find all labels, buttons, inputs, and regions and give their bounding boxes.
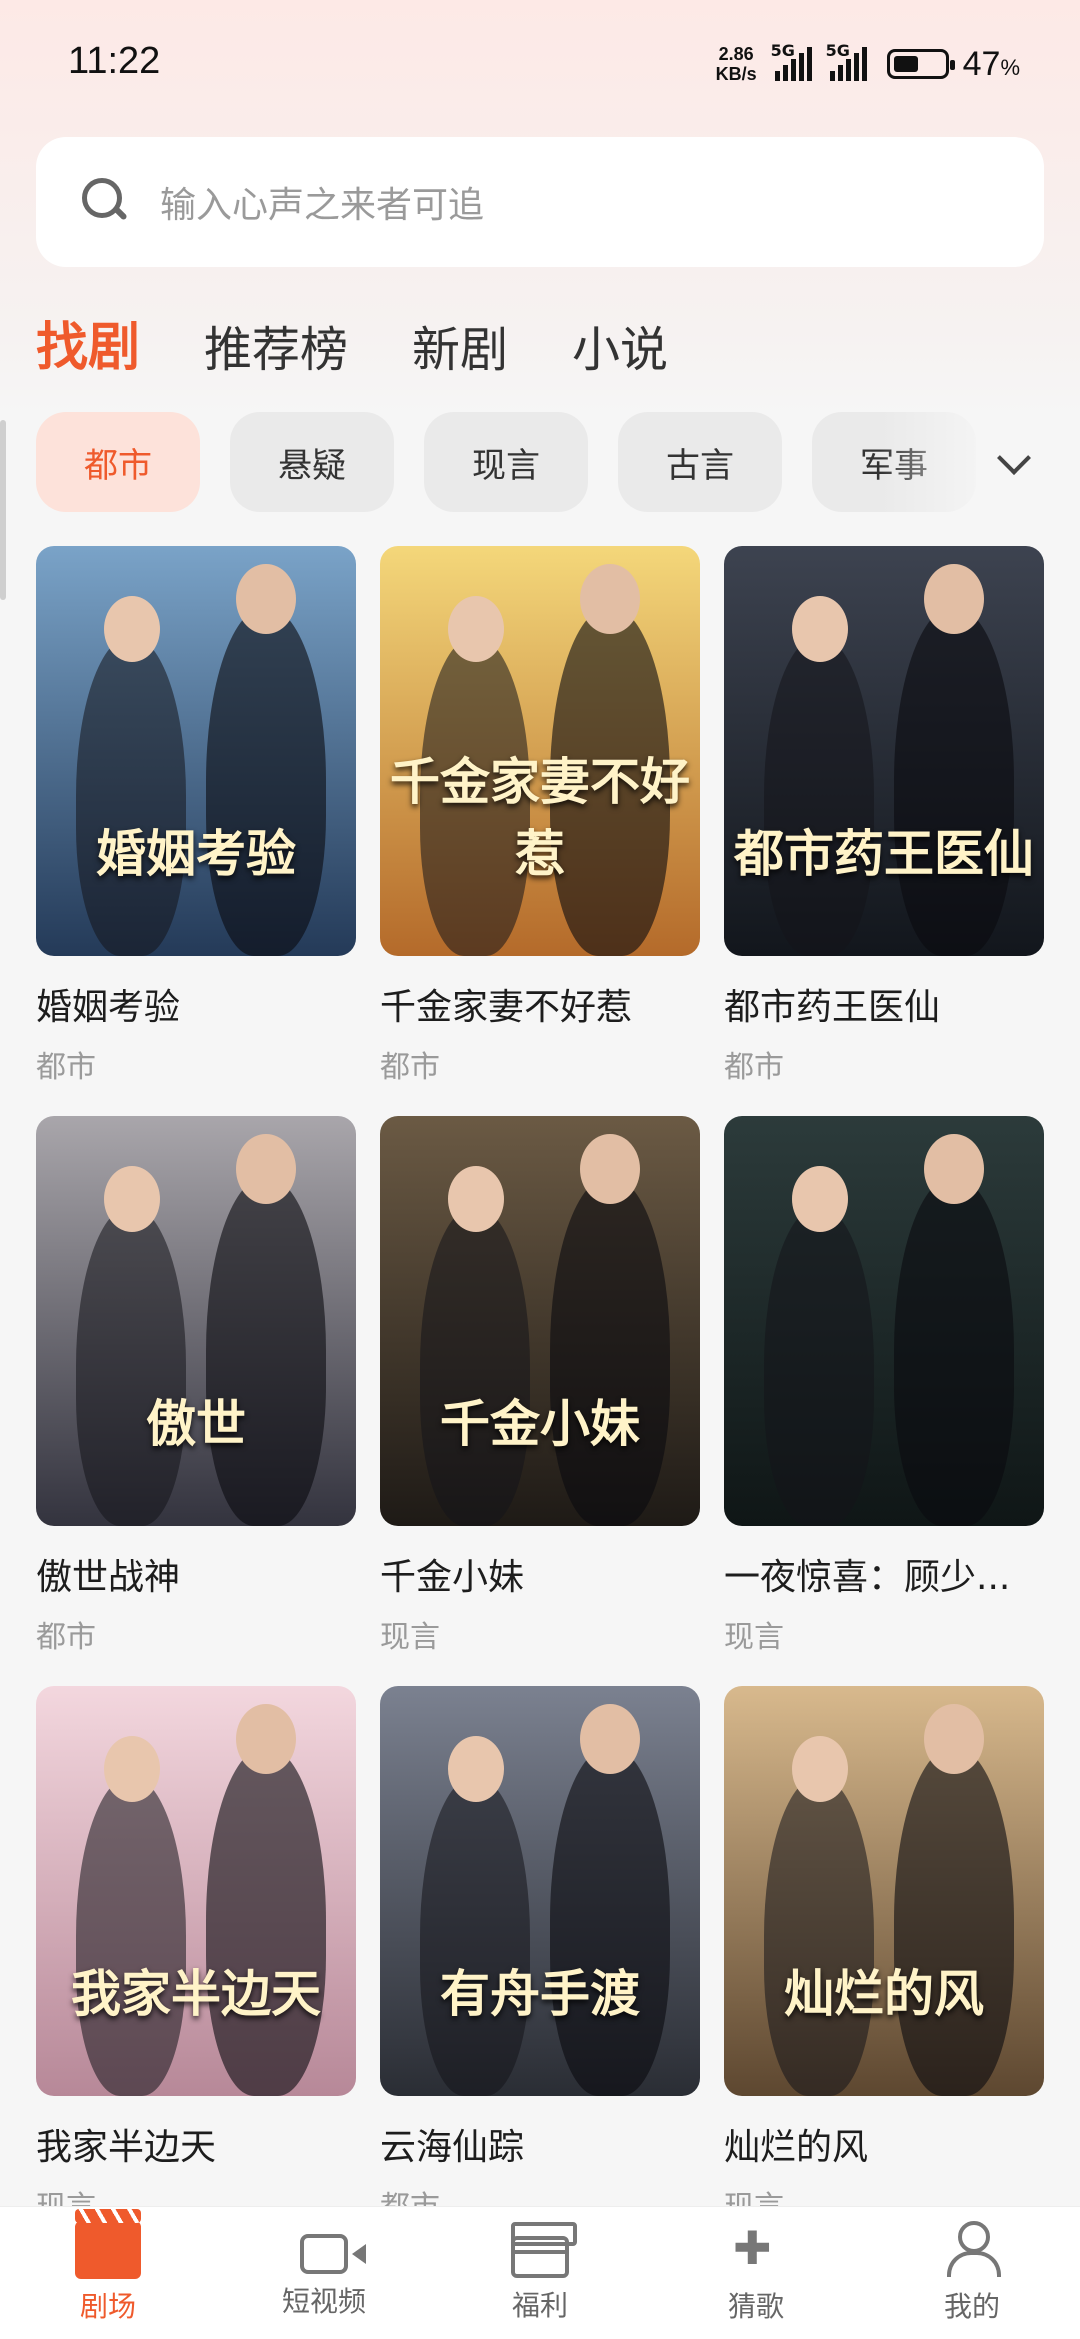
nav-short-video[interactable]: 短视频 [244,2226,404,2320]
drama-genre-tag: 都市 [724,1050,784,1085]
drama-card[interactable]: 灿烂的风灿烂的风现言 [724,1686,1044,2226]
poster-image[interactable]: 婚姻考验 [36,546,356,956]
video-camera-icon [300,2234,366,2274]
poster-title-text: 婚姻考验 [96,824,296,883]
drama-card[interactable]: 有舟手渡云海仙踪都市 [380,1686,700,2226]
status-bar: 11:22 2.86 KB/s 5G 5G 47% [0,0,1080,130]
poster-image[interactable]: 千金小妹 [380,1116,700,1526]
drama-title[interactable]: 我家半边天 [36,2118,356,2170]
poster-title-text: 千金小妹 [440,1394,640,1453]
bottom-nav: 剧场 短视频 福利 猜歌 我的 [0,2206,1080,2339]
status-time: 11:22 [68,40,161,82]
poster-image[interactable]: 傲世 [36,1116,356,1526]
drama-card[interactable]: 都市药王医仙 都市药王医仙 都市 [724,546,1044,1086]
tab-ranking[interactable]: 推荐榜 [204,310,348,380]
chip-ancient-romance[interactable]: 古言 [618,412,782,512]
drama-title[interactable]: 千金家妻不好惹 [380,978,700,1030]
search-icon [76,174,132,230]
poster-title-text: 都市药王医仙 [734,824,1034,883]
nav-welfare[interactable]: 福利 [460,2222,620,2324]
poster-title-text: 有舟手渡 [440,1964,640,2023]
drama-title[interactable]: 婚姻考验 [36,978,356,1030]
nav-theater[interactable]: 剧场 [28,2209,188,2325]
drama-genre-tag: 现言 [724,1620,784,1655]
drama-title[interactable]: 灿烂的风 [724,2118,1044,2170]
tab-novel[interactable]: 小说 [572,310,668,380]
poster-image[interactable]: 我家半边天 [36,1686,356,2096]
gift-icon [511,2222,577,2278]
poster-image[interactable]: 灿烂的风 [724,1686,1044,2096]
chip-city[interactable]: 都市 [36,412,200,512]
drama-title[interactable]: 一夜惊喜：顾少... [724,1548,1044,1600]
category-chips: 都市 悬疑 现言 古言 军事 [36,412,1080,512]
poster-image[interactable]: 有舟手渡 [380,1686,700,2096]
poster-image[interactable] [724,1116,1044,1526]
drama-title[interactable]: 都市药王医仙 [724,978,1044,1030]
drama-card[interactable]: 一夜惊喜：顾少... 现言 [724,1116,1044,1656]
poster-title-text: 我家半边天 [71,1964,321,2023]
drama-card[interactable]: 婚姻考验 婚姻考验 都市 [36,546,356,1086]
drama-genre-tag: 现言 [380,1620,440,1655]
chip-modern-romance[interactable]: 现言 [424,412,588,512]
clapper-icon [75,2209,141,2279]
poster-image[interactable]: 都市药王医仙 [724,546,1044,956]
drama-genre-tag: 都市 [36,1620,96,1655]
drama-title[interactable]: 千金小妹 [380,1548,700,1600]
search-input[interactable]: 输入心声之来者可追 [36,137,1044,267]
drama-card[interactable]: 千金家妻不好惹 千金家妻不好惹 都市 [380,546,700,1086]
signal-icon: 5G [826,41,867,81]
poster-title-text: 千金家妻不好惹 [390,752,690,883]
user-icon [939,2221,1005,2279]
scroll-indicator [0,420,6,600]
drama-title[interactable]: 云海仙踪 [380,2118,700,2170]
top-tabs: 找剧 推荐榜 新剧 小说 [36,305,668,380]
signal-icon: 5G [771,41,812,81]
drama-card[interactable]: 我家半边天我家半边天现言 [36,1686,356,2226]
battery-percent: 47% [962,44,1020,83]
drama-card[interactable]: 千金小妹 千金小妹 现言 [380,1116,700,1656]
poster-title-text: 傲世 [146,1394,246,1453]
tab-find-drama[interactable]: 找剧 [36,305,140,380]
search-placeholder: 输入心声之来者可追 [160,185,485,226]
poster-image[interactable]: 千金家妻不好惹 [380,546,700,956]
status-icons: 2.86 KB/s 5G 5G 47% [715,41,1020,84]
nav-profile[interactable]: 我的 [892,2221,1052,2325]
drama-card[interactable]: 傲世傲世战神都市 [36,1116,356,1656]
nav-guess-song[interactable]: 猜歌 [676,2221,836,2325]
battery-icon [886,49,955,79]
chevron-down-icon[interactable] [992,440,1032,480]
network-speed: 2.86 KB/s [715,44,757,84]
gamepad-icon [723,2221,789,2279]
poster-title-text: 灿烂的风 [784,1964,984,2023]
tab-new-drama[interactable]: 新剧 [412,310,508,380]
drama-title[interactable]: 傲世战神 [36,1548,356,1600]
drama-genre-tag: 都市 [36,1050,96,1085]
drama-genre-tag: 都市 [380,1050,440,1085]
chip-suspense[interactable]: 悬疑 [230,412,394,512]
